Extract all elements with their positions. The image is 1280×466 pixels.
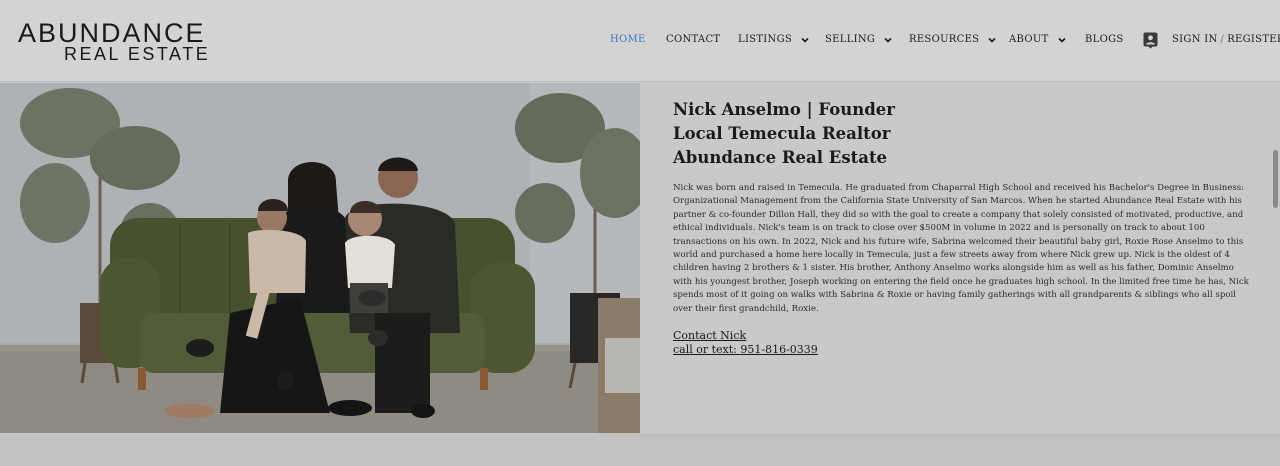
nav-home[interactable]: HOME <box>610 34 646 45</box>
page-scrollbar[interactable] <box>1273 150 1278 208</box>
account-separator: / <box>1220 34 1225 45</box>
site-header: ABUNDANCE REAL ESTATE HOME CONTACT LISTI… <box>0 0 1280 82</box>
nav-resources[interactable]: RESOURCES <box>909 34 997 45</box>
profile-subtitle-realtor: Local Temecula Realtor <box>673 124 891 143</box>
nav-about[interactable]: ABOUT <box>1009 34 1067 45</box>
chevron-down-icon <box>884 37 892 43</box>
founder-profile: Nick Anselmo | Founder Local Temecula Re… <box>673 98 1253 357</box>
account-links: SIGN IN / REGISTER <box>1172 34 1280 45</box>
contact-nick-link[interactable]: Contact Nick <box>673 329 1253 343</box>
nav-selling-label: SELLING <box>825 34 876 45</box>
nav-listings[interactable]: LISTINGS <box>738 34 810 45</box>
nav-blogs-label: BLOGS <box>1085 34 1124 45</box>
contact-links: Contact Nick call or text: 951-816-0339 <box>673 329 1253 357</box>
nav-about-label: ABOUT <box>1009 34 1049 45</box>
profile-name-title: Nick Anselmo | Founder <box>673 100 895 119</box>
main-nav: HOME CONTACT LISTINGS SELLING RESOURCES … <box>0 34 1280 50</box>
nav-home-label: HOME <box>610 34 646 45</box>
page-bottom-strip <box>0 433 1280 466</box>
family-photo-image <box>0 83 640 433</box>
register-link[interactable]: REGISTER <box>1227 34 1280 45</box>
nav-listings-label: LISTINGS <box>738 34 793 45</box>
sign-in-link[interactable]: SIGN IN <box>1172 34 1218 45</box>
nav-selling[interactable]: SELLING <box>825 34 893 45</box>
family-photo <box>0 83 640 433</box>
nav-contact[interactable]: CONTACT <box>666 34 720 45</box>
profile-subtitle-company: Abundance Real Estate <box>673 148 888 167</box>
chevron-down-icon <box>801 37 809 43</box>
nav-blogs[interactable]: BLOGS <box>1085 34 1124 45</box>
profile-bio: Nick was born and raised in Temecula. He… <box>673 183 1249 314</box>
user-account-icon[interactable] <box>1143 32 1158 49</box>
nav-contact-label: CONTACT <box>666 34 721 45</box>
chevron-down-icon <box>1057 37 1066 43</box>
nav-resources-label: RESOURCES <box>909 34 980 45</box>
chevron-down-icon <box>988 37 996 43</box>
phone-link[interactable]: call or text: 951-816-0339 <box>673 343 1253 357</box>
